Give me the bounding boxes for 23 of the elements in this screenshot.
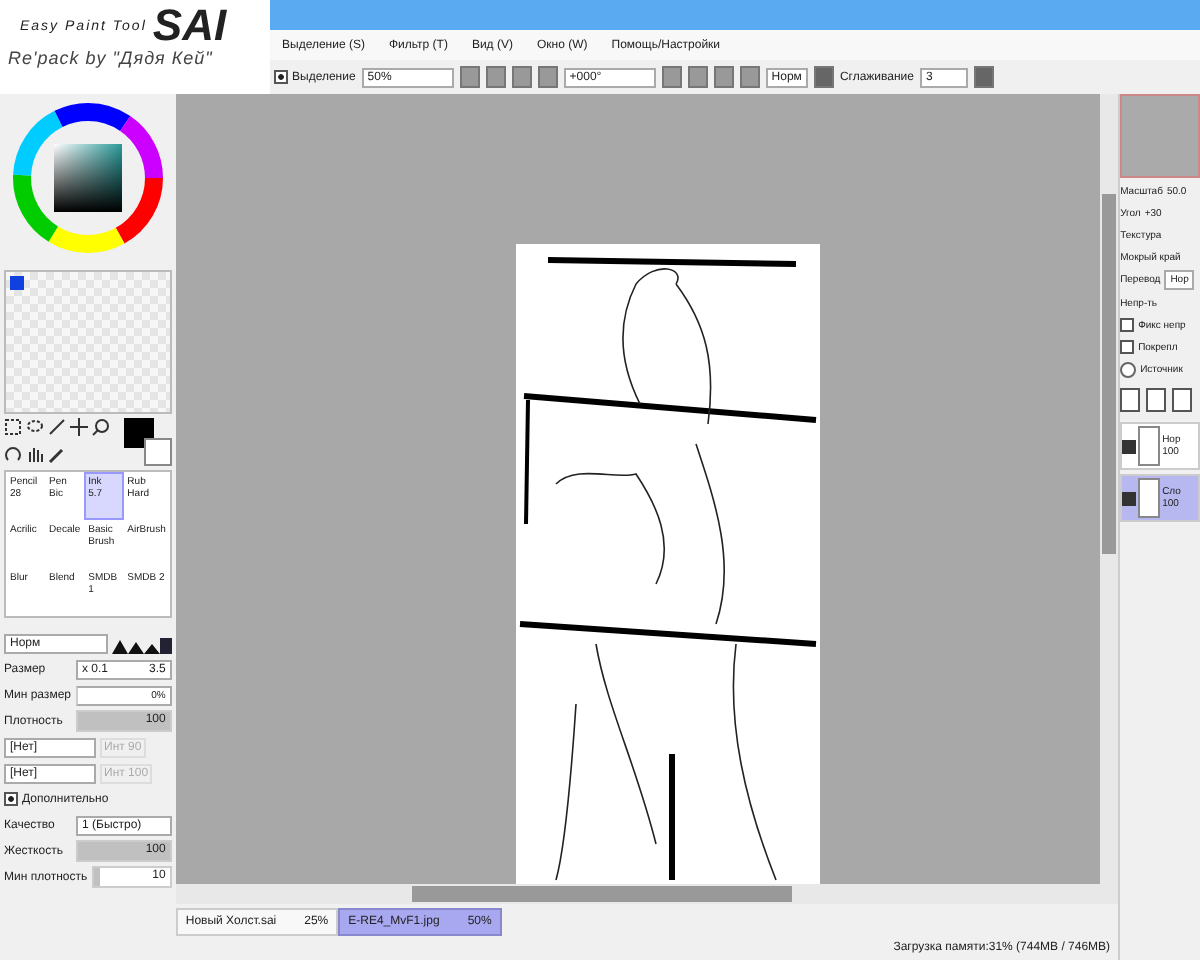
horizontal-scrollbar[interactable] <box>175 884 1119 904</box>
option-checkbox[interactable] <box>1120 318 1135 332</box>
color-indicator-icon[interactable] <box>123 418 172 466</box>
color-swatch[interactable] <box>10 276 24 290</box>
source-radio[interactable] <box>1120 361 1137 377</box>
selection-checkbox[interactable] <box>274 70 288 84</box>
swatch-grid[interactable] <box>4 270 172 414</box>
brush-shape-icons[interactable] <box>111 635 172 653</box>
zoom-icon[interactable] <box>92 418 110 436</box>
new-layer-icon[interactable] <box>1146 388 1167 412</box>
vertical-scrollbar[interactable] <box>1100 94 1119 884</box>
eyedropper-icon[interactable] <box>48 445 66 463</box>
color-wheel-icon[interactable] <box>11 102 164 254</box>
rotate-icon[interactable] <box>4 445 22 463</box>
new-layer-icon[interactable] <box>1120 388 1141 412</box>
logo-title: SAI <box>152 4 227 48</box>
logo-credit: Re'pack by "Дядя Кей" <box>8 48 215 68</box>
lasso-icon[interactable] <box>26 418 44 436</box>
selection-icon[interactable] <box>4 418 22 436</box>
sketch-drawing[interactable] <box>515 244 820 884</box>
option-checkbox[interactable] <box>1120 340 1135 354</box>
extra-checkbox[interactable] <box>4 792 18 806</box>
move-icon[interactable] <box>70 418 88 436</box>
